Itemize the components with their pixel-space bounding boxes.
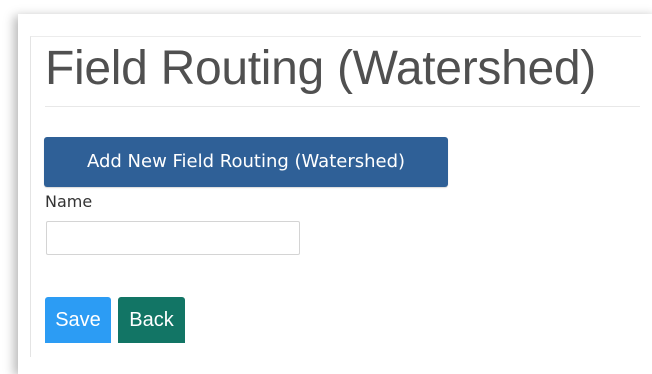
title-divider — [45, 106, 640, 107]
page-title: Field Routing (Watershed) — [45, 42, 596, 95]
save-button[interactable]: Save — [45, 297, 111, 343]
name-label: Name — [45, 192, 93, 211]
back-button[interactable]: Back — [118, 297, 185, 343]
name-input[interactable] — [46, 221, 300, 255]
add-field-routing-button[interactable]: Add New Field Routing (Watershed) — [44, 137, 448, 187]
